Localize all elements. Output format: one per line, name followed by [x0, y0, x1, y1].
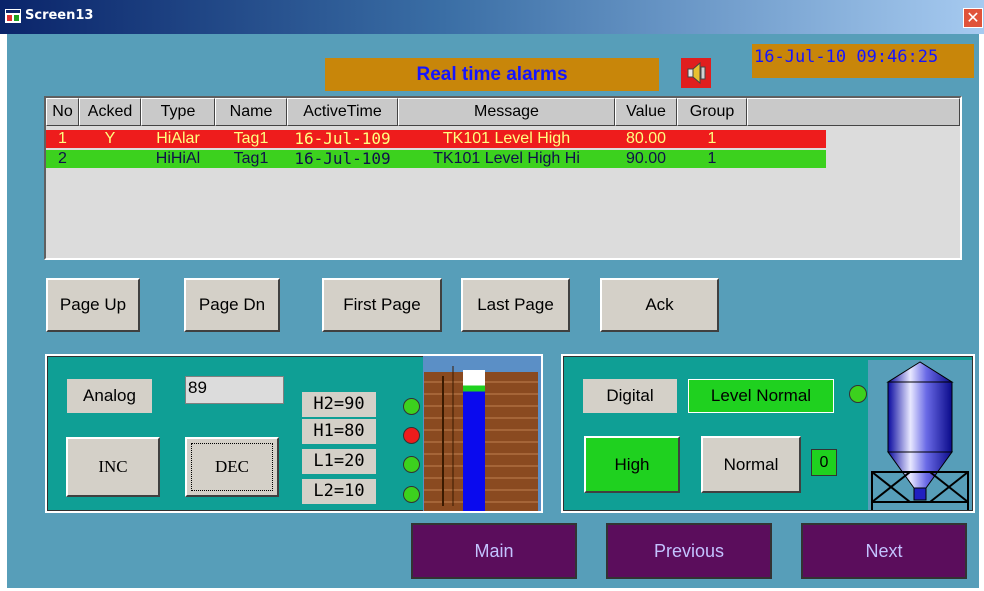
silo-icon — [868, 360, 972, 510]
cell-message: TK101 Level High — [442, 130, 571, 147]
app-window-icon — [5, 9, 21, 23]
cell-type: HiHiAl — [155, 150, 201, 167]
digital-panel: Digital Level Normal High Normal 0 — [561, 354, 975, 513]
h2-indicator-led — [403, 398, 420, 415]
high-button[interactable]: High — [584, 436, 680, 493]
limit-l1: L1=20 — [302, 449, 376, 474]
limit-h1: H1=80 — [302, 419, 376, 444]
cell-acked: Y — [104, 130, 116, 147]
alarm-table-header: No Acked Type Name ActiveTime Message Va… — [46, 98, 960, 126]
page-up-button[interactable]: Page Up — [46, 278, 140, 332]
digital-state-value: 0 — [811, 449, 837, 476]
analog-value-field[interactable]: 89 — [185, 376, 284, 404]
digital-label: Digital — [583, 379, 677, 413]
h1-indicator-led — [403, 427, 420, 444]
cell-group: 1 — [707, 150, 717, 167]
tank-level-icon — [423, 356, 541, 511]
cell-active-time: 16-Jul-109 — [294, 130, 391, 148]
cell-name: Tag1 — [233, 130, 269, 147]
close-icon[interactable]: ✕ — [963, 8, 983, 28]
cell-value: 90.00 — [625, 150, 667, 167]
next-button[interactable]: Next — [801, 523, 967, 579]
l1-indicator-led — [403, 456, 420, 473]
cell-no: 2 — [58, 150, 67, 167]
table-row[interactable]: 1 Y HiAlar Tag1 16-Jul-109 TK101 Level H… — [46, 130, 826, 148]
inc-button[interactable]: INC — [66, 437, 160, 497]
level-status-indicator: Level Normal — [688, 379, 834, 413]
column-header-value[interactable]: Value — [615, 98, 677, 126]
column-header-type[interactable]: Type — [141, 98, 215, 126]
dec-button[interactable]: DEC — [185, 437, 279, 497]
limit-l2: L2=10 — [302, 479, 376, 504]
cell-value: 80.00 — [625, 130, 667, 147]
analog-panel: Analog 89 INC DEC H2=90 H1=80 L1=20 L2=1… — [45, 354, 543, 513]
column-header-activetime[interactable]: ActiveTime — [287, 98, 398, 126]
first-page-button[interactable]: First Page — [322, 278, 442, 332]
cell-group: 1 — [707, 130, 717, 147]
main-button[interactable]: Main — [411, 523, 577, 579]
table-row[interactable]: 2 HiHiAl Tag1 16-Jul-109 TK101 Level Hig… — [46, 150, 826, 168]
column-header-acked[interactable]: Acked — [79, 98, 141, 126]
analog-label: Analog — [67, 379, 152, 413]
column-header-no[interactable]: No — [46, 98, 79, 126]
ack-button[interactable]: Ack — [600, 278, 719, 332]
window-titlebar: Screen13 ✕ — [0, 0, 984, 34]
hmi-screen: Real time alarms 16-Jul-10 09:46:25 No A… — [7, 34, 979, 588]
limit-h2: H2=90 — [302, 392, 376, 417]
column-header-group[interactable]: Group — [677, 98, 747, 126]
speaker-icon[interactable] — [681, 58, 711, 88]
cell-message: TK101 Level High Hi — [433, 150, 580, 167]
cell-no: 1 — [58, 130, 67, 147]
cell-name: Tag1 — [233, 150, 269, 167]
column-header-message[interactable]: Message — [398, 98, 615, 126]
cell-type: HiAlar — [156, 130, 200, 147]
previous-button[interactable]: Previous — [606, 523, 772, 579]
window-title: Screen13 — [25, 8, 94, 23]
alarm-table: No Acked Type Name ActiveTime Message Va… — [44, 96, 962, 260]
normal-button[interactable]: Normal — [701, 436, 801, 493]
datetime-display: 16-Jul-10 09:46:25 — [752, 44, 974, 78]
column-header-blank — [747, 98, 960, 126]
digital-indicator-led — [849, 385, 867, 403]
column-header-name[interactable]: Name — [215, 98, 287, 126]
page-down-button[interactable]: Page Dn — [184, 278, 280, 332]
cell-acked — [79, 150, 141, 168]
l2-indicator-led — [403, 486, 420, 503]
page-title: Real time alarms — [325, 58, 659, 91]
cell-active-time: 16-Jul-109 — [294, 150, 391, 168]
last-page-button[interactable]: Last Page — [461, 278, 570, 332]
